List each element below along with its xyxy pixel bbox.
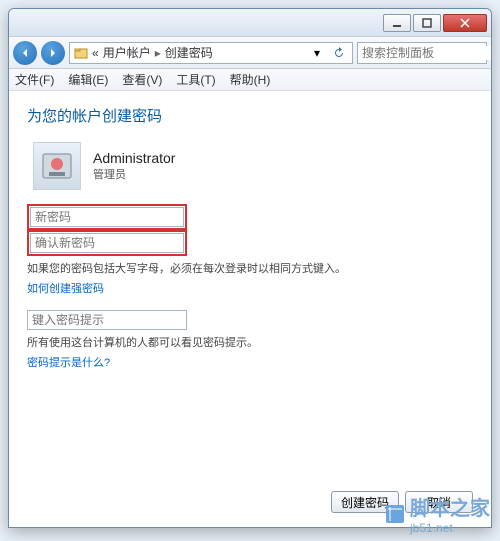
- breadcrumb-prefix: «: [92, 46, 99, 60]
- address-bar[interactable]: « 用户帐户 ▸ 创建密码 ▾: [69, 42, 353, 64]
- note-text: 如果您的密码包括大写字母，必须在每次登录时以相同方式键入。: [27, 260, 473, 276]
- menu-help[interactable]: 帮助(H): [230, 71, 271, 88]
- breadcrumb-item[interactable]: 创建密码: [165, 44, 213, 61]
- menu-view[interactable]: 查看(V): [122, 71, 162, 88]
- user-name: Administrator: [93, 150, 175, 166]
- minimize-button[interactable]: [383, 14, 411, 32]
- window: « 用户帐户 ▸ 创建密码 ▾ 文件(F) 编辑(E) 查看(V) 工具(T) …: [8, 8, 492, 528]
- breadcrumb-item[interactable]: 用户帐户: [103, 44, 151, 61]
- hint-help-link[interactable]: 密码提示是什么?: [27, 354, 473, 370]
- menu-edit[interactable]: 编辑(E): [68, 71, 108, 88]
- back-button[interactable]: [13, 41, 37, 65]
- maximize-button[interactable]: [413, 14, 441, 32]
- script-icon: [384, 503, 406, 525]
- search-input[interactable]: [358, 46, 492, 60]
- avatar: [33, 142, 81, 190]
- search-field[interactable]: [357, 42, 487, 64]
- menu-file[interactable]: 文件(F): [15, 71, 54, 88]
- note-text: 所有使用这台计算机的人都可以看见密码提示。: [27, 334, 473, 350]
- navbar: « 用户帐户 ▸ 创建密码 ▾: [9, 37, 491, 69]
- password-hint-field[interactable]: [27, 310, 187, 330]
- titlebar: [9, 9, 491, 37]
- menubar: 文件(F) 编辑(E) 查看(V) 工具(T) 帮助(H): [9, 69, 491, 91]
- content: 为您的帐户创建密码 Administrator 管理员 如果您的密码包括大写字母…: [9, 91, 491, 384]
- watermark-site: 脚本之家: [410, 492, 490, 521]
- user-row: Administrator 管理员: [27, 142, 473, 190]
- dropdown-button[interactable]: ▾: [308, 43, 326, 63]
- close-button[interactable]: [443, 14, 487, 32]
- highlight-box: [27, 204, 187, 230]
- watermark-url: jb51.net: [410, 521, 490, 535]
- watermark: 脚本之家 jb51.net: [384, 492, 490, 535]
- forward-button[interactable]: [41, 41, 65, 65]
- refresh-button[interactable]: [330, 43, 348, 63]
- page-title: 为您的帐户创建密码: [27, 105, 473, 126]
- folder-icon: [74, 46, 88, 60]
- chevron-right-icon: ▸: [155, 46, 161, 60]
- new-password-field[interactable]: [30, 207, 184, 227]
- strong-password-link[interactable]: 如何创建强密码: [27, 280, 473, 296]
- highlight-box: [27, 230, 187, 256]
- confirm-password-field[interactable]: [30, 233, 184, 253]
- user-role: 管理员: [93, 166, 175, 182]
- menu-tools[interactable]: 工具(T): [176, 71, 215, 88]
